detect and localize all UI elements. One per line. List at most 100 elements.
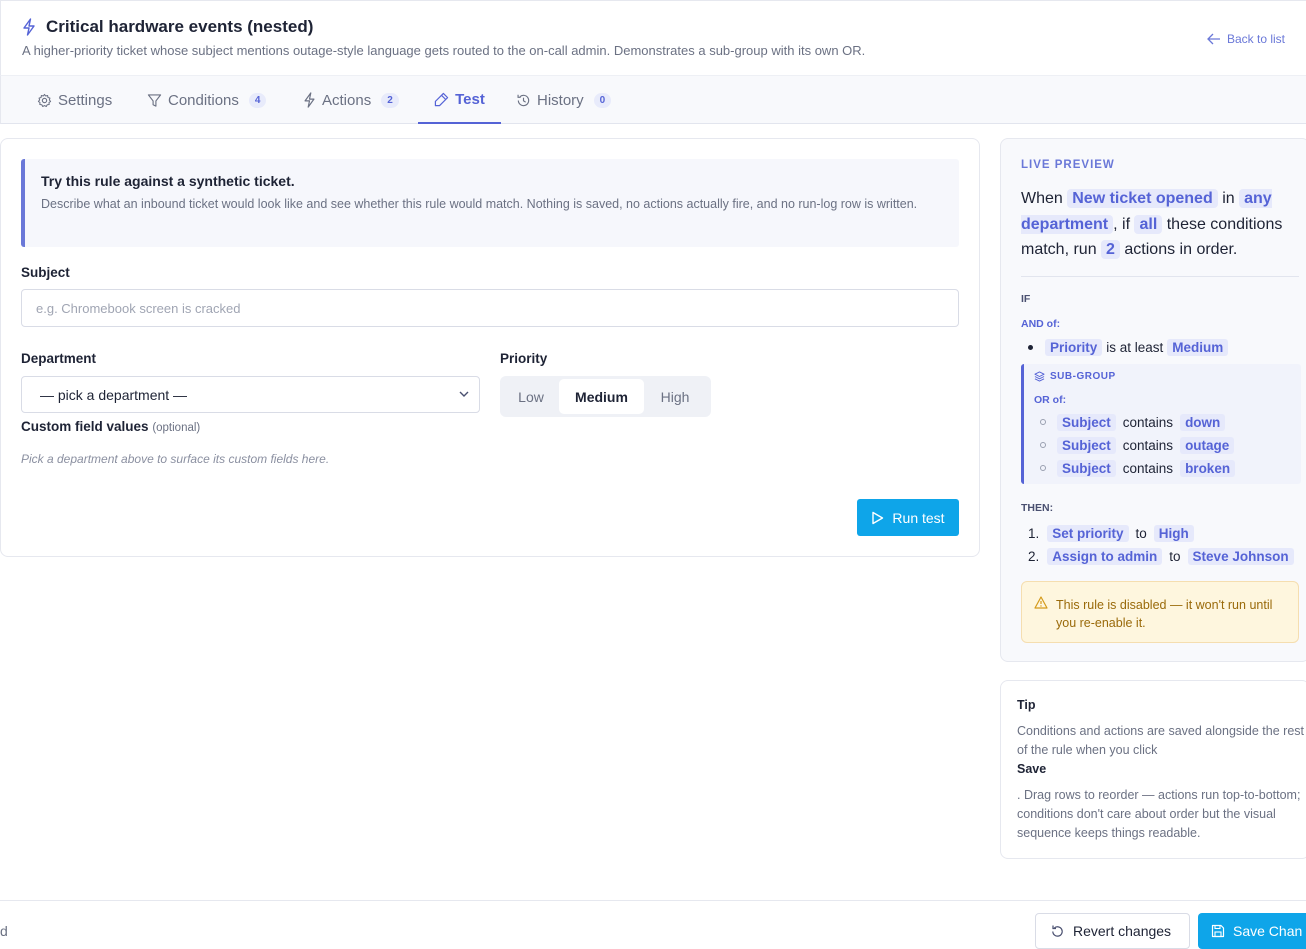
revert-label: Revert changes <box>1073 923 1172 939</box>
or-condition-row: Subject contains down <box>1040 412 1226 432</box>
tab-label: History <box>537 91 584 109</box>
tab-bar: Settings Conditions 4 Actions 2 Test His… <box>0 75 1306 124</box>
filter-icon <box>147 93 162 108</box>
value-pill: Steve Johnson <box>1187 547 1294 565</box>
undo-icon <box>1050 924 1065 939</box>
action-row: 2. Assign to admin to Steve Johnson <box>1028 546 1294 566</box>
back-label: Back to list <box>1226 32 1285 46</box>
test-card: Try this rule against a synthetic ticket… <box>0 138 980 557</box>
save-icon <box>1211 924 1225 938</box>
tip-save-word: Save <box>1017 762 1047 776</box>
disabled-warning: This rule is disabled — it won't run unt… <box>1021 581 1299 643</box>
priority-option-low[interactable]: Low <box>503 379 559 414</box>
custom-fields-title: Custom field values <box>21 419 149 434</box>
rule-sentence: When New ticket opened in any department… <box>1021 186 1303 263</box>
run-test-label: Run test <box>892 509 945 526</box>
sub-group: SUB-GROUP OR of: Subject contains down S… <box>1021 364 1301 484</box>
action-pill: Assign to admin <box>1047 547 1163 565</box>
action-number: 2. <box>1028 548 1040 564</box>
or-condition-row: Subject contains broken <box>1040 458 1236 478</box>
arrow-left-icon <box>1207 33 1221 45</box>
subject-input[interactable] <box>36 300 944 316</box>
value-pill: Medium <box>1167 338 1229 356</box>
value-pill: down <box>1180 413 1226 431</box>
callout-text: Describe what an inbound ticket would lo… <box>41 197 918 211</box>
sentence-text: , if <box>1113 215 1131 233</box>
layers-icon <box>1034 371 1045 382</box>
tab-label: Actions <box>322 91 372 109</box>
run-test-button[interactable]: Run test <box>857 499 959 536</box>
if-label: IF <box>1021 293 1031 305</box>
tab-test[interactable]: Test <box>418 76 501 124</box>
priority-label: Priority <box>500 351 548 366</box>
lightning-icon <box>22 18 36 36</box>
priority-option-medium[interactable]: Medium <box>559 379 644 414</box>
then-label: THEN: <box>1021 502 1054 514</box>
quantifier-chip: all <box>1134 214 1163 234</box>
subject-field[interactable] <box>21 289 959 327</box>
live-preview-panel: LIVE PREVIEW When New ticket opened in a… <box>1000 138 1306 662</box>
value-pill: High <box>1153 524 1194 542</box>
tab-conditions[interactable]: Conditions 4 <box>147 76 267 124</box>
operator: is at least <box>1106 339 1164 355</box>
footer-bar: d Revert changes Save Chan <box>0 900 1306 949</box>
info-callout: Try this rule against a synthetic ticket… <box>21 159 959 247</box>
save-changes-button[interactable]: Save Chan <box>1198 913 1306 949</box>
lightning-icon <box>303 92 316 108</box>
department-select[interactable]: — pick a department — <box>21 376 480 413</box>
play-icon <box>871 511 884 525</box>
tab-label: Test <box>455 90 485 108</box>
history-icon <box>516 93 531 108</box>
tab-settings[interactable]: Settings <box>37 76 112 124</box>
subject-label: Subject <box>21 265 70 280</box>
warning-icon <box>1034 596 1048 609</box>
custom-fields-label: Custom field values (optional) <box>21 419 200 434</box>
callout-title: Try this rule against a synthetic ticket… <box>41 173 295 189</box>
page-header: Critical hardware events (nested) A high… <box>0 0 1306 75</box>
sentence-text: When <box>1021 190 1063 207</box>
field-pill: Subject <box>1057 459 1116 477</box>
divider <box>1021 276 1299 277</box>
bullet <box>1028 344 1033 350</box>
value-pill: outage <box>1180 436 1235 454</box>
trigger-chip: New ticket opened <box>1067 189 1218 208</box>
or-label: OR of: <box>1034 394 1067 406</box>
tab-label: Conditions <box>168 91 239 109</box>
optional-tag: (optional) <box>152 422 201 434</box>
back-to-list-link[interactable]: Back to list <box>1207 32 1285 46</box>
count-badge: 4 <box>248 92 267 108</box>
tab-actions[interactable]: Actions 2 <box>303 76 399 124</box>
count-badge: 2 <box>381 92 399 108</box>
bullet <box>1040 465 1046 471</box>
sentence-text: in <box>1222 190 1235 207</box>
operator: contains <box>1122 437 1174 453</box>
tip-title: Tip <box>1017 698 1036 712</box>
action-count-chip: 2 <box>1101 240 1120 259</box>
tab-history[interactable]: History 0 <box>516 76 612 124</box>
revert-changes-button[interactable]: Revert changes <box>1035 913 1190 949</box>
condition-row: Priority is at least Medium <box>1028 337 1229 357</box>
tab-label: Settings <box>58 91 113 109</box>
bullet <box>1040 419 1046 425</box>
operator: contains <box>1122 414 1174 430</box>
footer-status: d <box>0 923 8 939</box>
tip-card: Tip Conditions and actions are saved alo… <box>1000 680 1306 859</box>
subgroup-header: SUB-GROUP <box>1034 371 1116 382</box>
priority-option-high[interactable]: High <box>644 379 706 414</box>
field-pill: Priority <box>1045 338 1103 356</box>
sentence-text: actions in order. <box>1124 241 1238 258</box>
and-label: AND of: <box>1021 318 1061 330</box>
tip-text: . Drag rows to reorder — actions run top… <box>1017 788 1301 840</box>
department-selected: — pick a department — <box>40 386 188 403</box>
priority-segmented-control: Low Medium High <box>500 376 711 417</box>
chevron-down-icon <box>459 391 469 398</box>
tip-text: Conditions and actions are saved alongsi… <box>1017 724 1304 757</box>
or-condition-row: Subject contains outage <box>1040 435 1235 455</box>
operator: to <box>1169 548 1181 564</box>
gear-icon <box>37 93 52 108</box>
action-pill: Set priority <box>1047 524 1129 542</box>
page-subtitle: A higher-priority ticket whose subject m… <box>22 43 866 58</box>
count-badge: 0 <box>593 92 612 108</box>
value-pill: broken <box>1180 459 1236 477</box>
field-pill: Subject <box>1057 436 1116 454</box>
